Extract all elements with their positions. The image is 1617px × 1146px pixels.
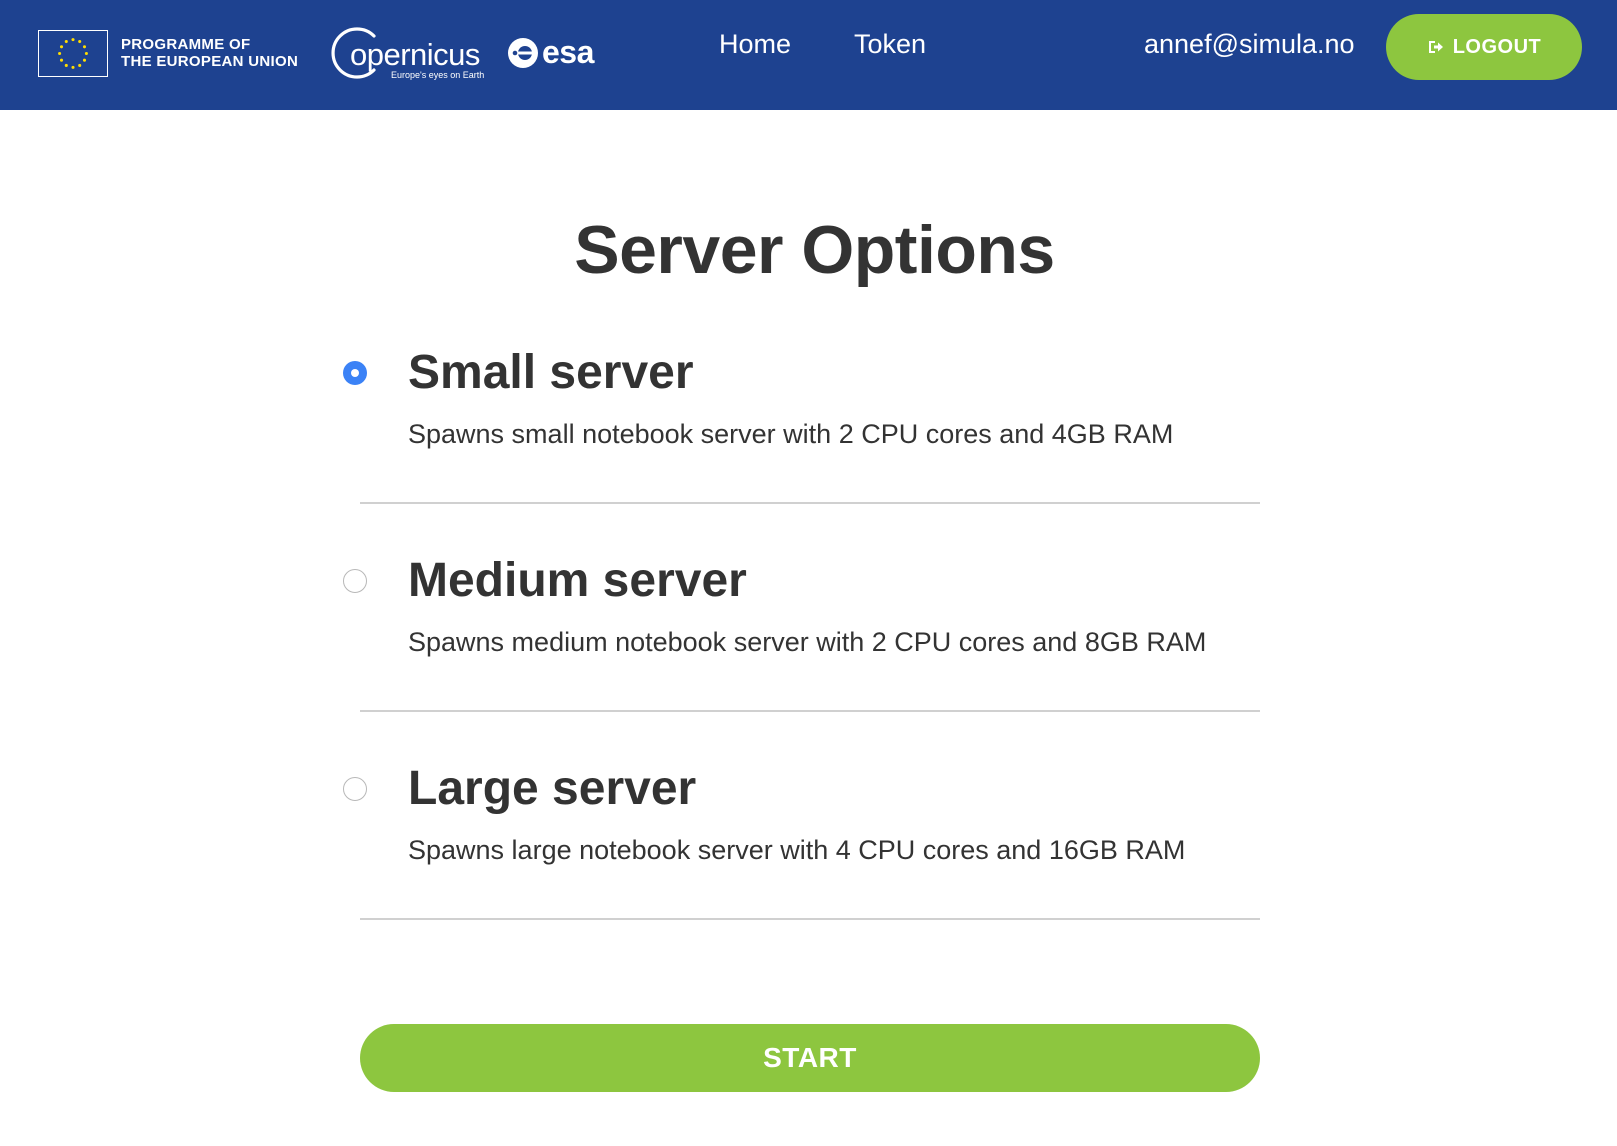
radio-large-server[interactable]: [343, 777, 367, 801]
option-divider: [360, 710, 1260, 712]
nav-home-link[interactable]: Home: [719, 26, 791, 62]
option-divider: [360, 502, 1260, 504]
option-description-medium: Spawns medium notebook server with 2 CPU…: [408, 627, 1207, 657]
eu-programme-text: PROGRAMME OF THE EUROPEAN UNION: [121, 36, 298, 70]
option-title-small: Small server: [408, 346, 694, 399]
esa-wordmark: esa: [542, 34, 594, 70]
sign-out-icon: [1427, 38, 1445, 56]
eu-stars-icon: [58, 38, 88, 69]
eu-flag-logo: [38, 30, 108, 77]
copernicus-tagline: Europe's eyes on Earth: [391, 70, 485, 80]
nav-token-link[interactable]: Token: [854, 26, 926, 62]
option-description-small: Spawns small notebook server with 2 CPU …: [408, 419, 1174, 449]
radio-small-server[interactable]: [343, 361, 367, 385]
top-navbar: PROGRAMME OF THE EUROPEAN UNION opernicu…: [0, 0, 1617, 110]
copernicus-wordmark: opernicus: [350, 37, 480, 72]
option-description-large: Spawns large notebook server with 4 CPU …: [408, 835, 1186, 865]
option-title-medium: Medium server: [408, 554, 747, 607]
eu-programme-line1: PROGRAMME OF: [121, 36, 251, 53]
page-title: Server Options: [574, 212, 1055, 288]
user-email: annef@simula.no: [1144, 29, 1355, 59]
server-option-large[interactable]: Large server Spawns large notebook serve…: [340, 754, 1260, 962]
copernicus-logo: opernicus Europe's eyes on Earth: [328, 24, 485, 82]
logout-button[interactable]: LOGOUT: [1386, 14, 1582, 80]
option-divider: [360, 918, 1260, 920]
start-button[interactable]: START: [360, 1024, 1260, 1092]
esa-mark-icon: [508, 38, 538, 68]
radio-medium-server[interactable]: [343, 569, 367, 593]
logout-label: LOGOUT: [1452, 35, 1542, 58]
eu-programme-line2: THE EUROPEAN UNION: [121, 53, 299, 70]
server-option-small[interactable]: Small server Spawns small notebook serve…: [340, 338, 1260, 546]
option-title-large: Large server: [408, 762, 697, 815]
server-option-medium[interactable]: Medium server Spawns medium notebook ser…: [340, 546, 1260, 754]
